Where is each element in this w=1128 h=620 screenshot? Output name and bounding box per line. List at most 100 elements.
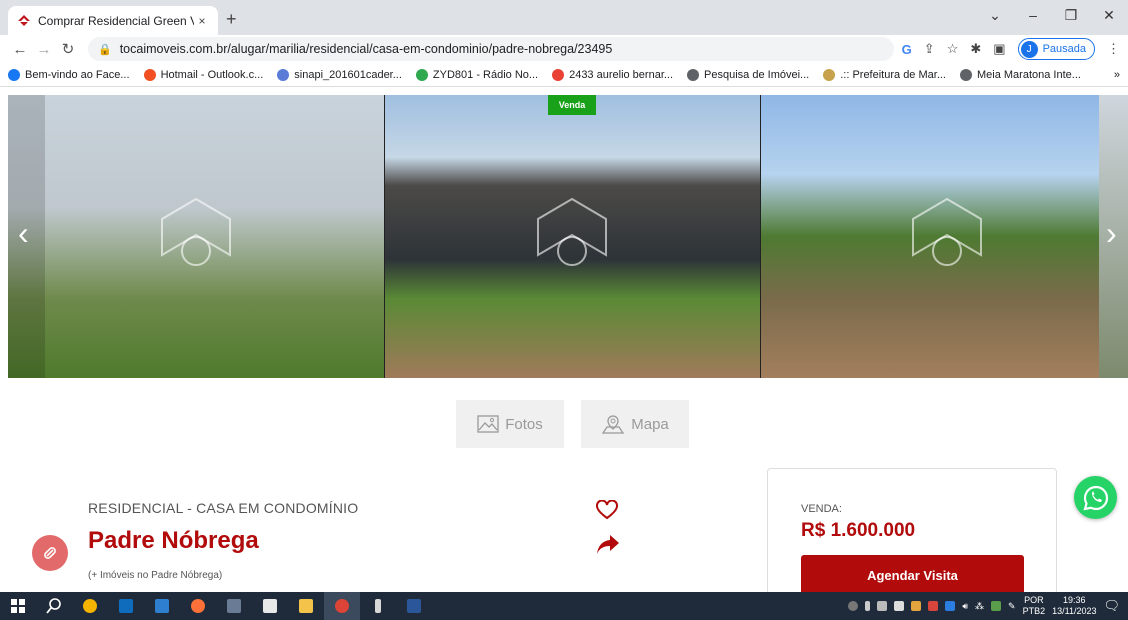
forward-icon[interactable]: → [32,41,56,58]
address-bar[interactable]: 🔒 tocaimoveis.com.br/alugar/marilia/resi… [88,37,894,61]
chrome-canary-icon[interactable] [72,592,108,620]
volume-icon[interactable]: 🔊︎ [962,601,968,612]
tray-usb-icon[interactable] [865,601,871,611]
share-arrow-icon[interactable] [596,533,620,555]
bookmark-favicon-icon [960,68,972,81]
bookmark-favicon-icon [415,68,428,81]
map-label: Mapa [631,415,669,433]
price-box: VENDA: R$ 1.600.000 Agendar Visita [767,468,1057,608]
gallery-next-button[interactable]: › [1106,217,1117,249]
extensions-icon[interactable]: ✱ [970,41,981,57]
listing-category: RESIDENCIAL - CASA EM CONDOMÍNIO [88,500,359,516]
reload-icon[interactable]: ↻ [56,40,80,58]
tray-battery-icon[interactable] [877,601,888,611]
sale-badge: Venda [548,95,596,115]
sidepanel-icon[interactable]: ▣ [993,41,1005,57]
bookmark-item[interactable]: Meia Maratona Inte... [960,68,1081,81]
pill-icon [44,547,56,559]
tab-search-icon[interactable]: ⌄ [976,0,1014,30]
profile-button[interactable]: J Pausada [1017,38,1095,60]
windows-taskbar: 🔊︎ ⁂ ✎ POR PTB2 19:36 13/11/2023 🗨︎ [0,592,1128,620]
bookmark-favicon-icon [552,68,565,81]
bookmark-label: 2433 aurelio bernar... [569,68,674,81]
bluetooth-icon[interactable] [945,601,956,611]
bookmarks-bar: Bem-vindo ao Face... Hotmail - Outlook.c.… [0,63,1128,87]
close-window-button[interactable]: ✕ [1090,0,1128,30]
lock-icon: 🔒 [98,43,112,56]
url-text: tocaimoveis.com.br/alugar/marilia/reside… [119,42,613,56]
notepad-icon[interactable] [252,592,288,620]
app-blue-icon[interactable] [144,592,180,620]
tray-app-icon[interactable] [991,601,1002,611]
bookmark-item[interactable]: Bem-vindo ao Face... [8,68,130,81]
watermark-logo-icon [912,197,982,266]
clock[interactable]: 19:36 13/11/2023 [1052,595,1096,617]
site-favicon-icon [16,13,32,29]
calculator-icon[interactable] [216,592,252,620]
bookmark-item[interactable]: ZYD801 - Rádio No... [415,68,539,81]
language-bottom: PTB2 [1022,606,1046,616]
favorite-heart-icon[interactable] [596,500,618,520]
whatsapp-button[interactable] [1074,476,1117,519]
search-icon[interactable] [36,592,72,620]
bookmark-item[interactable]: sinapi_201601cader... [277,68,402,81]
bookmark-item[interactable]: Pesquisa de Imóvei... [687,68,810,81]
chrome-icon[interactable] [324,592,360,620]
photos-label: Fotos [505,415,543,433]
tray-app-icon[interactable] [911,601,922,611]
language-indicator[interactable]: POR PTB2 [1023,595,1046,617]
map-pin-icon [602,415,625,434]
file-explorer-icon[interactable] [288,592,324,620]
photos-button[interactable]: Fotos [456,400,564,448]
pen-icon[interactable]: ✎ [1008,601,1016,612]
bookmark-favicon-icon [823,68,836,81]
bookmark-label: ZYD801 - Rádio No... [432,68,539,81]
bookmarks-overflow-icon[interactable]: » [1114,69,1120,81]
schedule-visit-button[interactable]: Agendar Visita [801,555,1024,595]
firefox-icon[interactable] [180,592,216,620]
menu-kebab-icon[interactable]: ⋮ [1107,41,1120,57]
new-tab-button[interactable]: + [226,9,237,30]
bookmark-star-icon[interactable]: ☆ [947,41,959,57]
browser-tab[interactable]: Comprar Residencial Green Vale × [8,6,218,35]
restore-button[interactable]: ❐ [1052,0,1090,30]
clock-time: 19:36 [1063,595,1086,605]
map-button[interactable]: Mapa [581,400,689,448]
watermark-logo-icon [161,197,231,266]
photos-icon [477,415,499,433]
watermark-logo-icon [537,197,607,266]
network-icon[interactable]: ⁂ [975,601,984,612]
bookmark-label: Hotmail - Outlook.c... [160,68,264,81]
bookmark-item[interactable]: 2433 aurelio bernar... [552,68,674,81]
tray-app-icon[interactable] [894,601,905,611]
outlook-icon[interactable] [108,592,144,620]
language-top: POR [1024,595,1044,605]
bookmark-item[interactable]: Hotmail - Outlook.c... [143,68,264,81]
browser-tab-bar: Comprar Residencial Green Vale × + ⌄ – ❐… [0,0,1128,35]
compare-button[interactable] [32,535,68,571]
browser-toolbar: ← → ↻ 🔒 tocaimoveis.com.br/alugar/marili… [0,35,1128,63]
back-icon[interactable]: ← [8,41,32,58]
bookmark-label: sinapi_201601cader... [294,68,402,81]
bookmark-favicon-icon [8,68,20,81]
photo-gallery[interactable]: ‹ › [8,95,1128,378]
share-icon[interactable]: ⇪ [924,41,935,57]
google-icon[interactable]: G [902,42,912,57]
gallery-prev-button[interactable]: ‹ [18,217,29,249]
notifications-icon[interactable]: 🗨︎ [1103,598,1120,614]
word-icon[interactable] [396,592,432,620]
bookmark-item[interactable]: .:: Prefeitura de Mar... [823,68,946,81]
minimize-button[interactable]: – [1014,0,1052,30]
tray-app-icon[interactable] [928,601,939,611]
bookmark-label: Pesquisa de Imóvei... [704,68,810,81]
tray-app-icon[interactable] [848,601,859,611]
windows-start-icon[interactable] [0,592,36,620]
bookmark-favicon-icon [687,68,700,81]
price-value: R$ 1.600.000 [801,520,916,541]
pin-app-icon[interactable] [360,592,396,620]
more-listings-link[interactable]: (+ Imóveis no Padre Nóbrega) [88,570,222,581]
bookmark-label: .:: Prefeitura de Mar... [840,68,946,81]
clock-date: 13/11/2023 [1052,606,1097,616]
bookmark-label: Meia Maratona Inte... [977,68,1081,81]
tab-close-icon[interactable]: × [194,14,210,28]
